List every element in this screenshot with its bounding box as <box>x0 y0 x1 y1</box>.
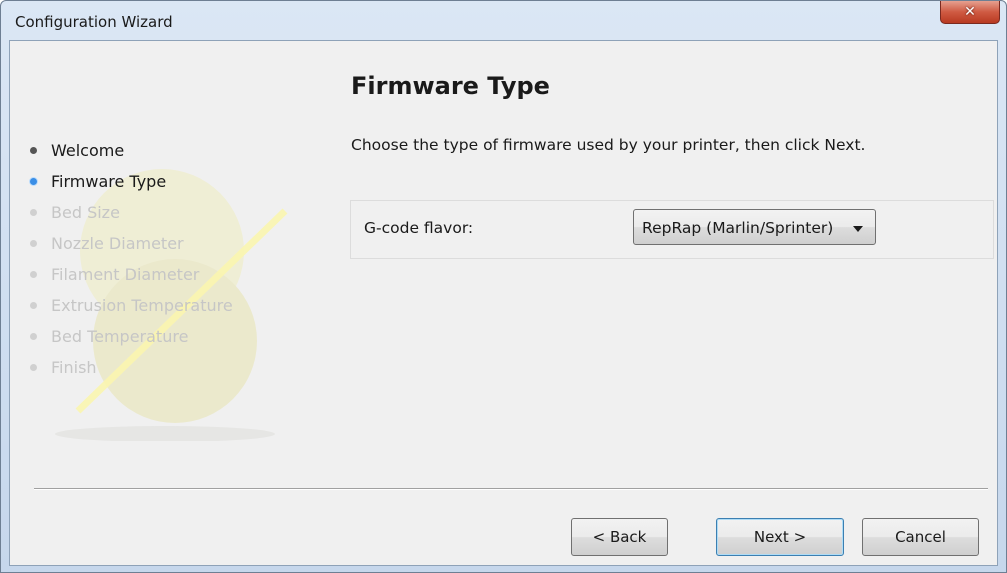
step-item: Finish <box>24 352 233 383</box>
cancel-button[interactable]: Cancel <box>862 518 979 556</box>
step-bullet-icon <box>30 364 37 371</box>
title-bar[interactable]: Configuration Wizard ✕ <box>1 1 1006 40</box>
page-description: Choose the type of firmware used by your… <box>351 136 866 154</box>
back-button[interactable]: < Back <box>571 518 668 556</box>
step-item: Welcome <box>24 135 233 166</box>
gcode-flavor-value: RepRap (Marlin/Sprinter) <box>642 219 834 237</box>
step-item: Bed Size <box>24 197 233 228</box>
step-bullet-icon <box>30 333 37 340</box>
window-title: Configuration Wizard <box>15 13 173 31</box>
gcode-flavor-label: G-code flavor: <box>364 219 474 237</box>
step-bullet-icon <box>30 147 37 154</box>
close-button[interactable]: ✕ <box>940 1 1000 24</box>
step-list: Welcome Firmware Type Bed Size Nozzle Diame… <box>24 135 233 383</box>
step-bullet-icon <box>30 302 37 309</box>
step-label: Nozzle Diameter <box>51 234 184 253</box>
close-icon: ✕ <box>964 4 976 20</box>
step-bullet-icon <box>30 240 37 247</box>
next-button[interactable]: Next > <box>716 518 844 556</box>
step-label: Welcome <box>51 141 125 160</box>
step-label: Finish <box>51 358 97 377</box>
step-label: Extrusion Temperature <box>51 296 233 315</box>
step-item: Filament Diameter <box>24 259 233 290</box>
step-bullet-icon <box>30 178 37 185</box>
step-label: Firmware Type <box>51 172 167 191</box>
step-label: Bed Temperature <box>51 327 189 346</box>
gcode-flavor-select[interactable]: RepRap (Marlin/Sprinter) <box>633 209 876 245</box>
wizard-body: Firmware Type Welcome Firmware Type Bed Si… <box>9 40 998 566</box>
step-bullet-icon <box>30 209 37 216</box>
step-label: Filament Diameter <box>51 265 200 284</box>
step-bullet-icon <box>30 271 37 278</box>
step-item: Nozzle Diameter <box>24 228 233 259</box>
gcode-flavor-panel: G-code flavor: RepRap (Marlin/Sprinter) <box>350 200 994 259</box>
footer-divider <box>34 488 988 489</box>
step-item: Extrusion Temperature <box>24 290 233 321</box>
step-item: Bed Temperature <box>24 321 233 352</box>
page-title: Firmware Type <box>351 72 550 100</box>
step-label: Bed Size <box>51 203 120 222</box>
step-item: Firmware Type <box>24 166 233 197</box>
chevron-down-icon <box>853 226 863 232</box>
wizard-window: Configuration Wizard ✕ Firmware Type Wel… <box>0 0 1007 573</box>
